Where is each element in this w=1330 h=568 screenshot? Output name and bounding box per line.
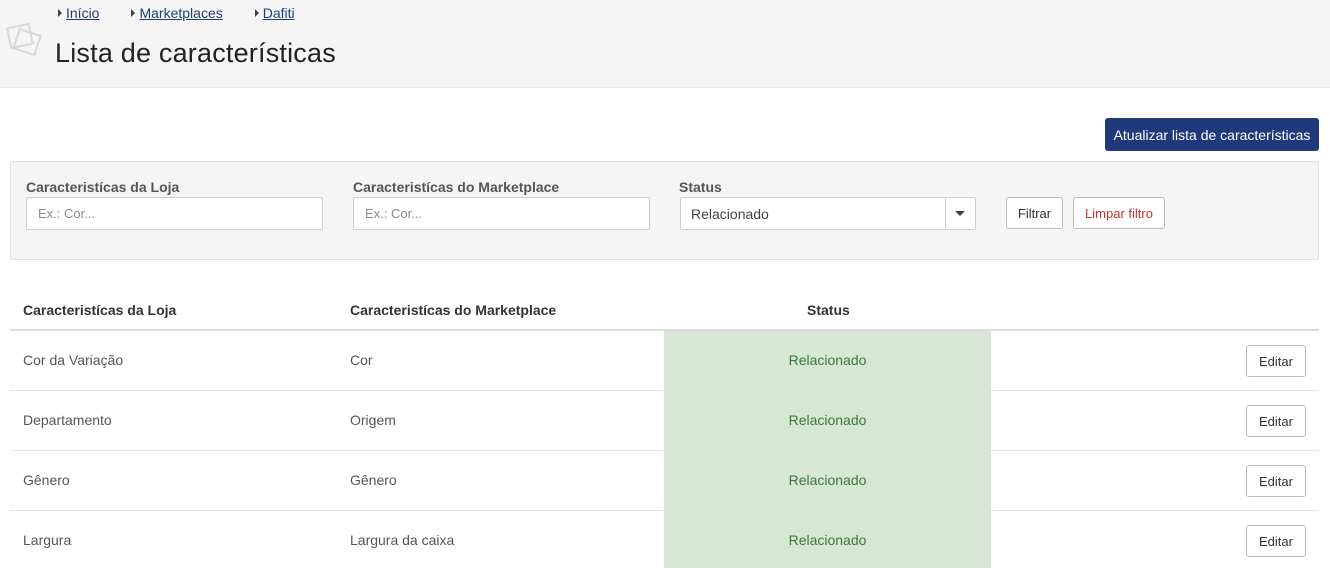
update-characteristics-button[interactable]: Atualizar lista de características	[1105, 118, 1319, 151]
filter-button[interactable]: Filtrar	[1006, 197, 1063, 229]
table-row: Largura Largura da caixa Relacionado Edi…	[10, 511, 1319, 568]
breadcrumb-link-inicio[interactable]: Início	[66, 5, 99, 21]
store-characteristics-input[interactable]	[26, 197, 323, 230]
store-characteristic-cell: Gênero	[23, 472, 70, 488]
status-select-value: Relacionado	[691, 206, 769, 222]
status-label: Status	[679, 179, 722, 195]
status-cell: Relacionado	[664, 511, 991, 568]
breadcrumb-link-marketplaces[interactable]: Marketplaces	[139, 5, 222, 21]
store-characteristic-cell: Departamento	[23, 412, 112, 428]
breadcrumb-item-inicio: Início	[58, 5, 99, 21]
store-characteristic-cell: Largura	[23, 532, 72, 548]
column-header-store: Caracteristícas da Loja	[23, 302, 177, 318]
marketplace-characteristic-cell: Origem	[350, 412, 396, 428]
edit-button[interactable]: Editar	[1246, 465, 1306, 497]
clear-filter-button[interactable]: Limpar filtro	[1073, 197, 1165, 229]
page-title: Lista de características	[55, 38, 336, 68]
status-select[interactable]: Relacionado	[680, 197, 976, 230]
column-header-marketplace: Caracteristícas do Marketplace	[350, 302, 557, 318]
select-divider	[945, 198, 946, 229]
status-cell: Relacionado	[664, 451, 991, 510]
tags-icon	[5, 22, 42, 57]
caret-right-icon	[58, 9, 62, 17]
breadcrumb: Início Marketplaces Dafiti	[58, 5, 327, 21]
store-characteristic-cell: Cor da Variação	[23, 352, 124, 368]
caret-right-icon	[254, 9, 259, 17]
breadcrumb-item-marketplaces: Marketplaces	[131, 5, 223, 21]
table-row: Departamento Origem Relacionado Editar	[10, 391, 1319, 451]
marketplace-characteristics-input[interactable]	[353, 197, 650, 230]
filter-panel: Caracteristícas da Loja Caracteristícas …	[10, 161, 1319, 260]
status-cell: Relacionado	[664, 391, 991, 450]
marketplace-characteristic-cell: Largura da caixa	[350, 532, 455, 548]
marketplace-characteristics-label: Caracteristícas do Marketplace	[353, 179, 560, 195]
status-cell: Relacionado	[664, 331, 991, 390]
edit-button[interactable]: Editar	[1246, 405, 1306, 437]
breadcrumb-item-dafiti: Dafiti	[254, 5, 295, 21]
chevron-down-icon[interactable]	[955, 211, 965, 216]
column-header-status: Status	[807, 302, 850, 318]
breadcrumb-link-dafiti[interactable]: Dafiti	[263, 5, 295, 21]
characteristics-table: Caracteristícas da Loja Caracteristícas …	[10, 292, 1319, 568]
edit-button[interactable]: Editar	[1246, 345, 1306, 377]
table-header: Caracteristícas da Loja Caracteristícas …	[10, 292, 1319, 331]
table-row: Cor da Variação Cor Relacionado Editar	[10, 331, 1319, 391]
page-header: Início Marketplaces Dafiti Lista de cara…	[0, 0, 1330, 88]
edit-button[interactable]: Editar	[1246, 525, 1306, 557]
table-row: Gênero Gênero Relacionado Editar	[10, 451, 1319, 511]
store-characteristics-label: Caracteristícas da Loja	[26, 179, 180, 195]
caret-right-icon	[131, 9, 136, 17]
marketplace-characteristic-cell: Gênero	[350, 472, 397, 488]
marketplace-characteristic-cell: Cor	[350, 352, 373, 368]
